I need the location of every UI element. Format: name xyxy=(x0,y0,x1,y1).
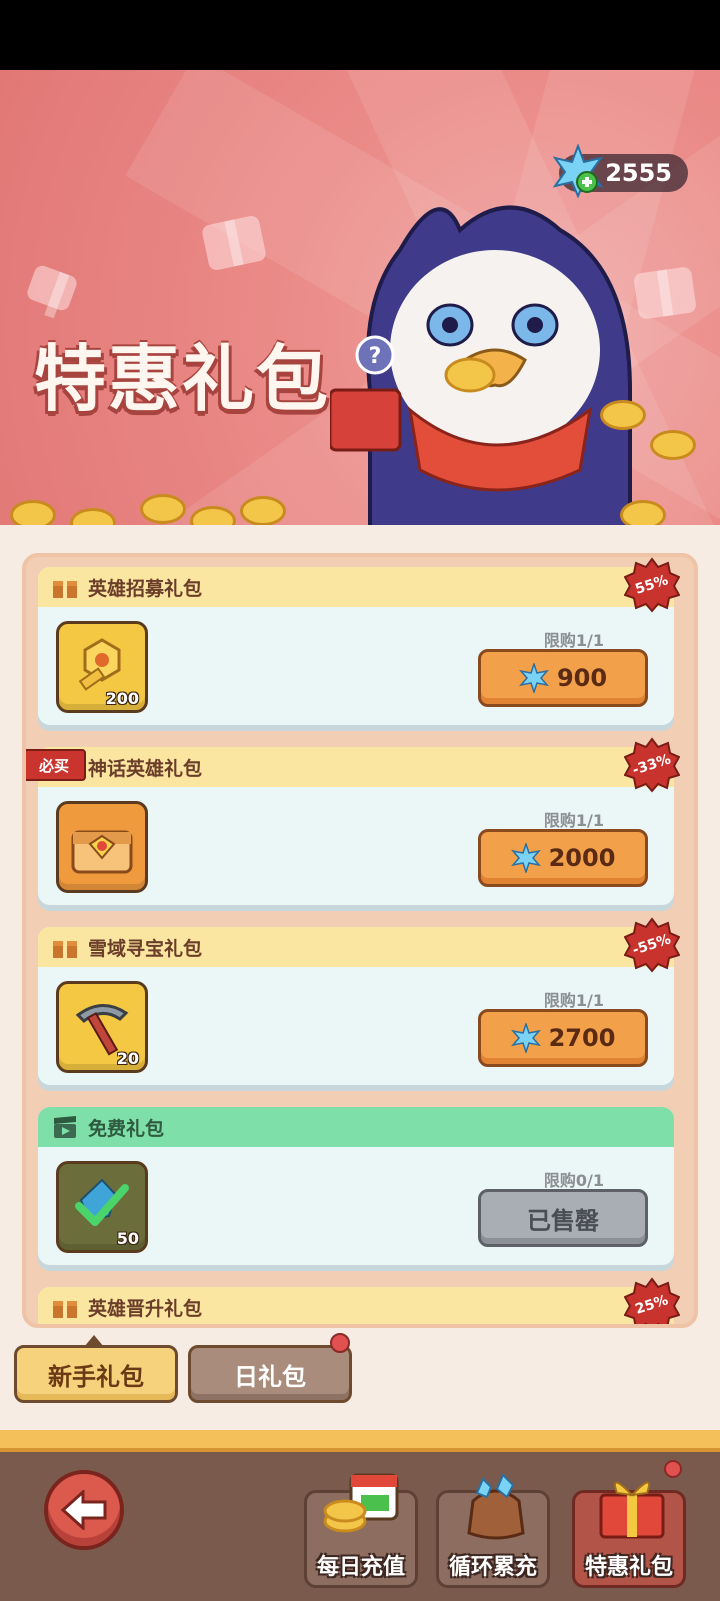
pack-card-header: 雪域寻宝礼包 xyxy=(38,927,674,967)
pack-name: 英雄晋升礼包 xyxy=(88,1297,203,1320)
back-button[interactable] xyxy=(44,1470,124,1550)
nav-daily-recharge[interactable]: 每日充值 xyxy=(304,1473,418,1588)
banner-title: 特惠礼包 xyxy=(34,337,331,421)
price-label: 900 xyxy=(556,664,608,692)
pack-card-header: 英雄招募礼包 xyxy=(38,567,674,607)
bottom-nav-border xyxy=(0,1430,720,1452)
price-label: 2000 xyxy=(548,844,616,872)
discount-badge: -33% xyxy=(624,737,680,793)
gem-balance[interactable]: 2555 xyxy=(552,144,688,198)
tab-daily-pack[interactable]: 日礼包 xyxy=(188,1345,352,1403)
pack-name: 英雄招募礼包 xyxy=(88,577,203,600)
pack-card: 神话英雄礼包 必买 限购1/1 2000 -33% xyxy=(26,737,680,905)
item-quantity: 20 xyxy=(116,1049,139,1068)
golden-key-icon[interactable]: 200 xyxy=(56,621,148,713)
bottom-nav: 每日充值 循环累充 特惠礼包 xyxy=(0,1430,720,1601)
penguin-mascot: ? xyxy=(330,205,632,525)
notification-dot xyxy=(664,1460,682,1478)
svg-text:?: ? xyxy=(369,344,382,369)
gift-icon xyxy=(53,941,77,958)
gem-icon xyxy=(510,843,541,873)
tab-newbie-pack[interactable]: 新手礼包 xyxy=(14,1345,178,1403)
banner: 特惠礼包 2555 ? xyxy=(0,70,720,525)
gem-balance-value: 2555 xyxy=(605,159,672,187)
pack-card: 英雄招募礼包 200 限购1/1 900 55% xyxy=(38,557,680,725)
purchase-limit: 限购1/1 xyxy=(543,991,604,1010)
purchase-limit: 限购0/1 xyxy=(543,1171,604,1190)
discount-badge: 55% xyxy=(624,557,680,613)
crystal-check-icon[interactable]: 50 xyxy=(56,1161,148,1253)
discount-badge: -55% xyxy=(624,917,680,973)
gem-bag-icon xyxy=(467,1473,525,1540)
purchase-limit: 限购1/1 xyxy=(543,811,604,830)
pack-card: 英雄晋升礼包 25% xyxy=(38,1277,680,1324)
buy-button[interactable]: 900 xyxy=(478,649,648,707)
item-quantity: 50 xyxy=(116,1229,139,1248)
pack-card-header: 英雄晋升礼包 xyxy=(38,1287,674,1324)
nav-daily-recharge-label: 每日充值 xyxy=(316,1555,405,1580)
gift-icon xyxy=(53,1301,77,1318)
pack-card: 免费礼包 50 限购0/1 已售罄 xyxy=(38,1107,674,1265)
discount-badge: 25% xyxy=(624,1277,680,1324)
buy-button[interactable]: 2000 xyxy=(478,829,648,887)
purchase-limit: 限购1/1 xyxy=(543,631,604,650)
gift-decoration-icon xyxy=(25,263,79,313)
pack-card-header: 免费礼包 xyxy=(38,1107,674,1147)
status-bar xyxy=(0,0,720,70)
treasure-chest-icon[interactable] xyxy=(56,801,148,893)
calendar-coins-icon xyxy=(323,1473,399,1533)
pack-name: 免费礼包 xyxy=(88,1117,165,1140)
gift-icon xyxy=(53,581,77,598)
price-label: 2700 xyxy=(548,1024,616,1052)
pack-card-header: 神话英雄礼包 xyxy=(38,747,674,787)
pack-list[interactable]: 英雄招募礼包 200 限购1/1 900 55% 神话英雄礼包 必买 限购1/1… xyxy=(22,553,698,1328)
nav-special-pack[interactable]: 特惠礼包 xyxy=(572,1481,686,1588)
coin-pile xyxy=(0,400,720,525)
nav-cycle-accumulate[interactable]: 循环累充 xyxy=(436,1473,550,1588)
pickaxe-icon[interactable]: 20 xyxy=(56,981,148,1073)
pack-card: 雪域寻宝礼包 20 限购1/1 2700 -55% xyxy=(38,917,680,1085)
content-area: 英雄招募礼包 200 限购1/1 900 55% 神话英雄礼包 必买 限购1/1… xyxy=(0,525,720,1430)
gift-box-icon xyxy=(599,1481,665,1539)
item-quantity: 200 xyxy=(105,689,139,708)
nav-cycle-accumulate-label: 循环累充 xyxy=(448,1555,537,1580)
gem-icon xyxy=(518,663,549,693)
sold-out-button[interactable]: 已售罄 xyxy=(478,1189,648,1247)
must-buy-badge: 必买 xyxy=(26,749,86,781)
back-arrow-icon xyxy=(61,1490,107,1530)
video-clapper-icon xyxy=(54,1116,76,1138)
nav-special-pack-label: 特惠礼包 xyxy=(584,1555,673,1580)
pack-name: 神话英雄礼包 xyxy=(88,757,203,780)
gem-icon xyxy=(510,1023,541,1053)
buy-button[interactable]: 2700 xyxy=(478,1009,648,1067)
sold-out-label: 已售罄 xyxy=(527,1206,599,1235)
notification-dot xyxy=(330,1333,350,1353)
pack-name: 雪域寻宝礼包 xyxy=(88,937,203,960)
